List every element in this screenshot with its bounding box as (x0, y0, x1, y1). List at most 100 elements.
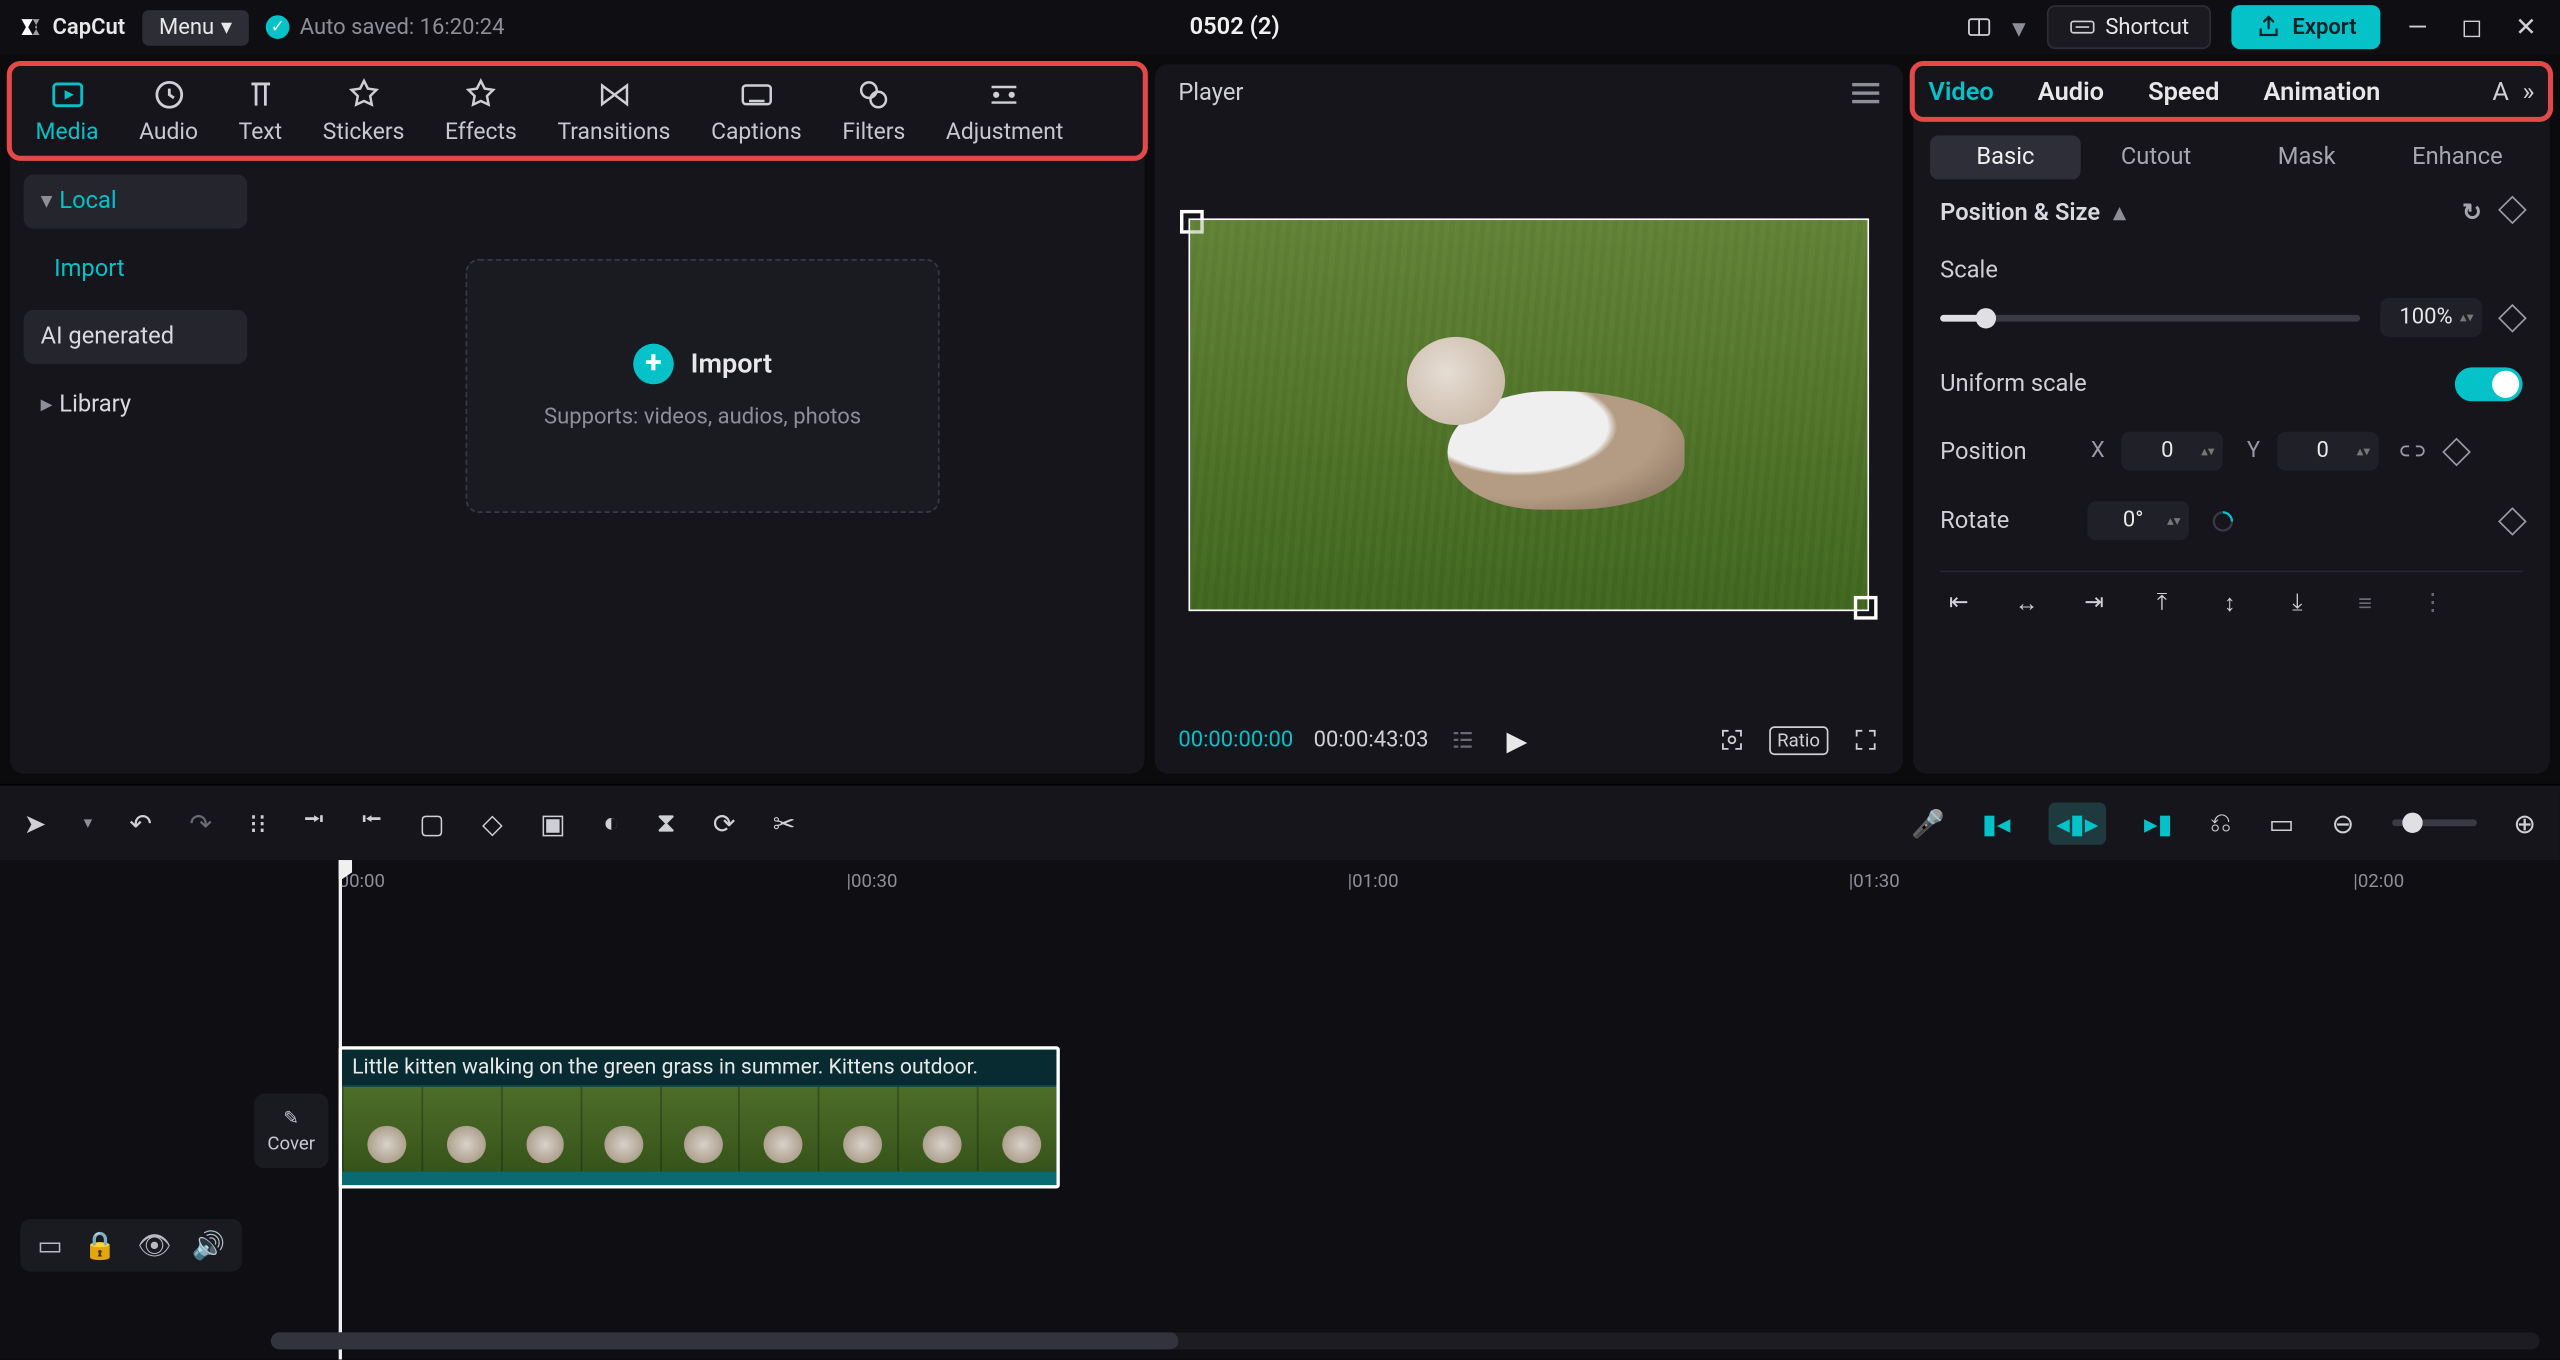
speaker-icon[interactable]: 🔊 (192, 1229, 226, 1261)
position-x[interactable]: 0▴▾ (2122, 432, 2224, 471)
rotate-value[interactable]: 0°▴▾ (2087, 501, 2189, 540)
snap-icon[interactable]: ⎌ (2210, 806, 2232, 840)
eye-icon[interactable]: 👁 (137, 1229, 171, 1261)
cover-button[interactable]: ✎ Cover (254, 1094, 328, 1168)
align-vcenter-icon[interactable]: ↕ (2214, 589, 2244, 618)
keyframe-icon[interactable] (2498, 506, 2527, 535)
split-icon[interactable]: ⁝⁝ (249, 807, 266, 839)
video-clip[interactable]: Little kitten walking on the green grass… (339, 1046, 1060, 1188)
menu-button[interactable]: Menu ▾ (142, 9, 249, 45)
sidebar-item-library[interactable]: ▸Library (24, 378, 247, 432)
timeline-tracks-area[interactable]: 00:00|00:30|01:00|01:30|02:00 Little kit… (339, 860, 2560, 1359)
layout-icon[interactable] (1965, 14, 1992, 41)
chevron-down-icon[interactable]: ▾ (84, 813, 93, 832)
tool-tab-audio[interactable]: Audio (119, 73, 219, 153)
undo-icon[interactable]: ↶ (129, 807, 152, 839)
lock-icon[interactable]: 🔒 (83, 1229, 117, 1261)
track-add-icon[interactable]: ▭ (37, 1229, 63, 1261)
magnet-center-icon[interactable]: ◂▮▸ (2048, 802, 2107, 844)
list-icon[interactable] (1449, 726, 1476, 753)
inspector-tab-audio[interactable]: Audio (2038, 76, 2104, 106)
align-bottom-icon[interactable]: ⤓ (2282, 589, 2312, 618)
align-top-icon[interactable]: ⤒ (2147, 589, 2177, 618)
trim-right-icon[interactable]: ⭰ (361, 800, 381, 846)
chevron-down-icon[interactable]: ▾ (2012, 11, 2026, 43)
tool-tab-label: Media (36, 119, 99, 146)
tool-tab-stickers[interactable]: Stickers (302, 73, 424, 153)
tool-tabs: Media AudioTextStickersEffectsTransitions… (7, 61, 1148, 161)
tool-tab-adjustment[interactable]: Adjustment (926, 73, 1084, 153)
play-button[interactable]: ▶ (1506, 724, 1527, 756)
scale-slider[interactable] (1940, 314, 2360, 321)
preview-frame[interactable] (1188, 218, 1869, 611)
link-icon[interactable] (2399, 438, 2426, 465)
export-button[interactable]: Export (2231, 5, 2380, 49)
subtab-cutout[interactable]: Cutout (2081, 135, 2232, 179)
more-icon[interactable]: » (2523, 76, 2535, 106)
uniform-scale-toggle[interactable] (2455, 367, 2523, 401)
keyframe-icon[interactable] (2442, 437, 2471, 466)
position-y[interactable]: 0▴▾ (2277, 432, 2379, 471)
autosave-status: ✓ Auto saved: 16:20:24 (266, 14, 505, 39)
zoom-in-icon[interactable]: ⊕ (2513, 807, 2536, 839)
distribute-h-icon[interactable]: ≡ (2350, 589, 2380, 618)
timeline-hscrollbar[interactable] (271, 1332, 2540, 1349)
inspector-tab-animation[interactable]: Animation (2264, 76, 2381, 106)
inspector-tab-speed[interactable]: Speed (2148, 76, 2219, 106)
tool-tab-captions[interactable]: Captions (691, 73, 822, 153)
tool-tab-effects[interactable]: Effects (425, 73, 537, 153)
tool-tab-text[interactable]: Text (218, 73, 302, 153)
ratio-button[interactable]: Ratio (1769, 725, 1829, 754)
reset-icon[interactable]: ↻ (2462, 200, 2482, 227)
preview-toggle-icon[interactable]: ▭ (2269, 807, 2295, 839)
magnet-start-icon[interactable]: ▮◂ (1982, 807, 2011, 839)
chevron-down-icon[interactable]: ▴ (2114, 200, 2126, 227)
player-title: Player (1178, 80, 1243, 107)
import-dropzone[interactable]: + Import Supports: videos, audios, photo… (466, 259, 940, 513)
close-button[interactable]: ✕ (2509, 12, 2543, 42)
distribute-v-icon[interactable]: ⋮ (2418, 589, 2448, 618)
keyframe-icon[interactable] (2498, 303, 2527, 332)
tool-tab-transitions[interactable]: Transitions (537, 73, 691, 153)
inspector-tab-overflow[interactable]: A (2492, 76, 2509, 106)
fullscreen-focus-icon[interactable] (1718, 726, 1745, 753)
player-menu-icon[interactable] (1852, 83, 1879, 103)
zoom-out-icon[interactable]: ⊖ (2332, 807, 2355, 839)
maximize-button[interactable]: ◻ (2455, 12, 2489, 42)
magnet-end-icon[interactable]: ▸▮ (2144, 807, 2173, 839)
align-right-icon[interactable]: ⇥ (2079, 589, 2109, 618)
keyframe-icon[interactable] (2498, 196, 2527, 225)
timeline-ruler[interactable]: 00:00|00:30|01:00|01:30|02:00 (339, 860, 2560, 907)
inspector-tab-video[interactable]: Video (1928, 76, 1993, 106)
tool-tab-media[interactable]: Media (15, 73, 119, 153)
crop-icon[interactable]: ✂ (773, 807, 796, 839)
trim-left-icon[interactable]: ⭲ (304, 800, 324, 846)
sidebar-item-import[interactable]: Import (24, 242, 247, 296)
mirror-icon[interactable]: ⧗ (657, 806, 676, 840)
frame-icon[interactable]: ▣ (540, 807, 566, 839)
x-label: X (2091, 438, 2105, 463)
subtab-basic[interactable]: Basic (1930, 135, 2081, 179)
zoom-slider[interactable] (2392, 819, 2477, 826)
scale-value[interactable]: 100%▴▾ (2380, 298, 2482, 337)
tool-tab-filters[interactable]: Filters (822, 73, 926, 153)
subtab-enhance[interactable]: Enhance (2382, 135, 2533, 179)
preview-viewport[interactable] (1155, 122, 1903, 706)
sidebar-item-local[interactable]: ▾Local (24, 174, 247, 228)
shortcut-button[interactable]: Shortcut (2046, 5, 2211, 49)
reverse-icon[interactable]: ◐ (603, 806, 619, 840)
redo-icon[interactable]: ↷ (189, 807, 212, 839)
subtab-mask[interactable]: Mask (2231, 135, 2382, 179)
sidebar-item-ai[interactable]: AI generated (24, 310, 247, 364)
rotate-tool-icon[interactable]: ⟳ (713, 807, 736, 839)
align-left-icon[interactable]: ⇤ (1944, 589, 1974, 618)
align-hcenter-icon[interactable]: ↔ (2011, 589, 2041, 618)
cursor-tool-icon[interactable]: ➤ (24, 807, 47, 839)
ruler-tick: |00:30 (847, 870, 898, 892)
delete-icon[interactable]: ▢ (419, 807, 445, 839)
rotate-dial-icon[interactable] (2209, 507, 2236, 534)
minimize-button[interactable]: — (2401, 12, 2435, 42)
mic-icon[interactable]: 🎤 (1911, 807, 1945, 839)
crop-tool-icon[interactable]: ◇ (482, 807, 503, 839)
expand-icon[interactable] (1852, 726, 1879, 753)
